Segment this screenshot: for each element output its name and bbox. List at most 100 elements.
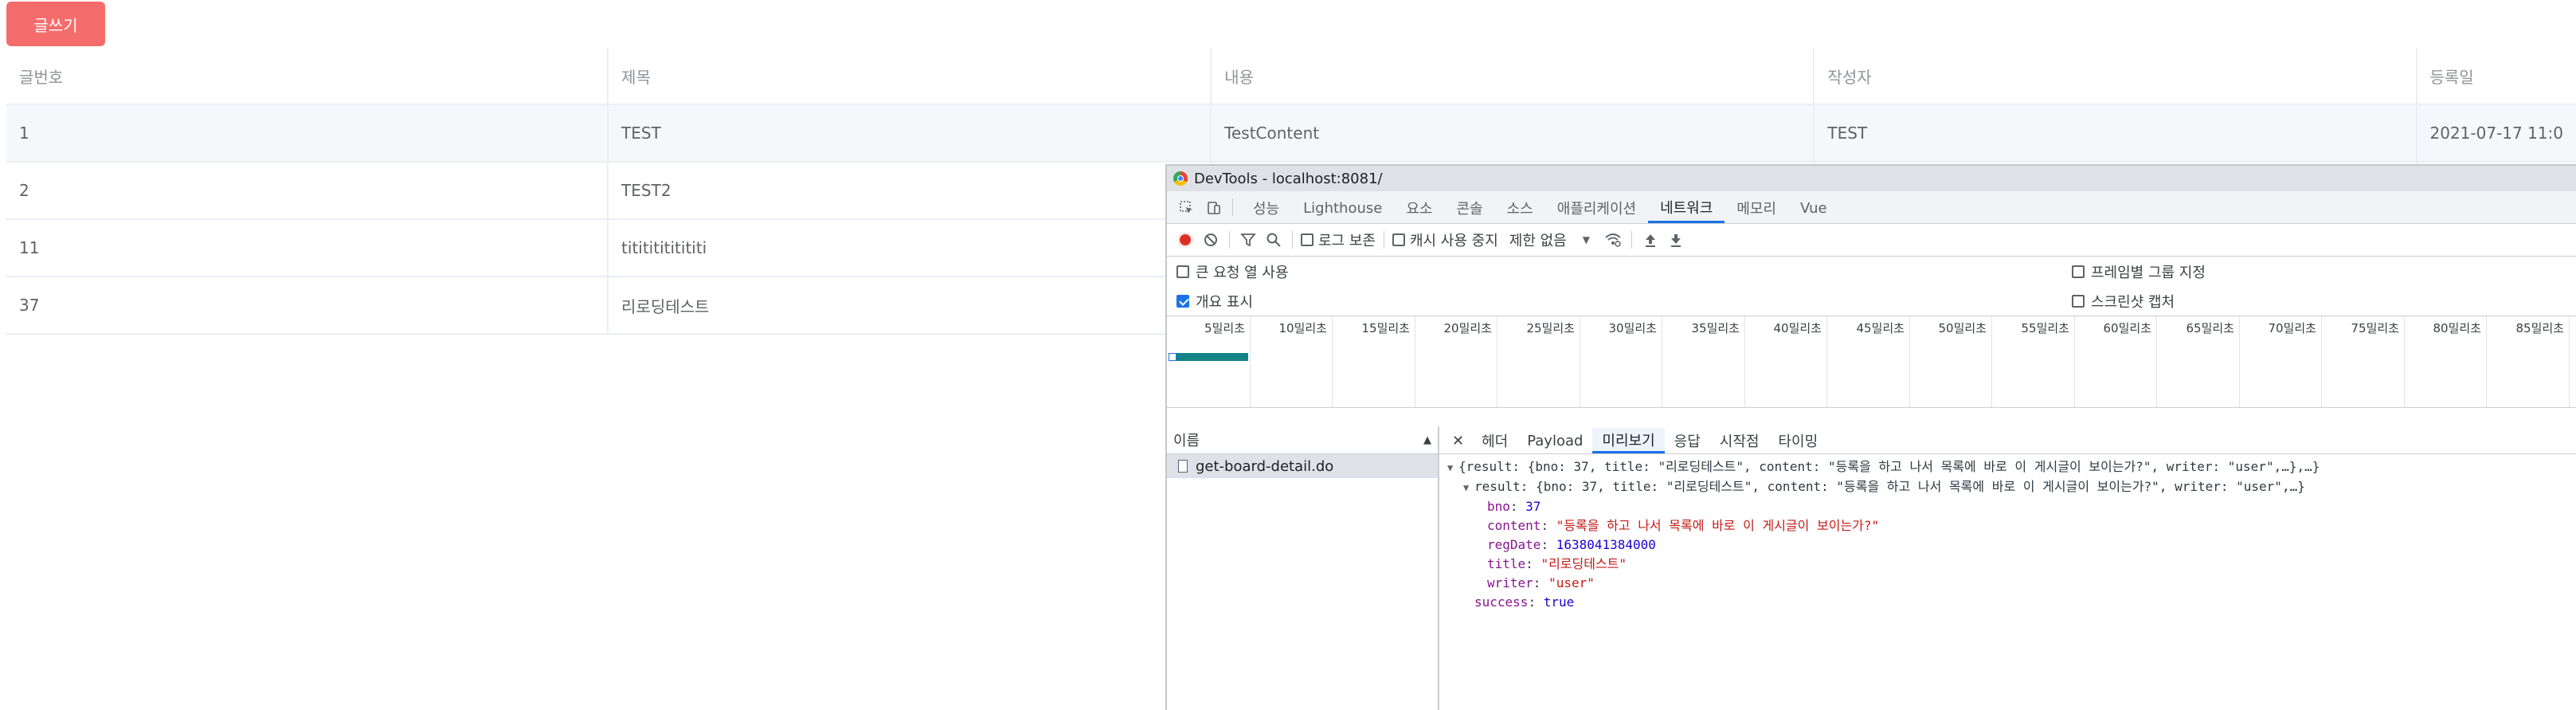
network-overview-timeline[interactable]: 5밀리초10밀리초15밀리초20밀리초25밀리초30밀리초35밀리초40밀리초4…: [1167, 316, 2576, 408]
cell-title[interactable]: TEST: [608, 104, 1211, 162]
cell-title[interactable]: TEST2: [608, 162, 1211, 219]
inspect-element-icon[interactable]: [1173, 193, 1200, 223]
json-value: 37: [1525, 499, 1541, 514]
tab-response[interactable]: 응답: [1665, 428, 1710, 453]
column-header-date[interactable]: 등록일: [2417, 48, 2576, 104]
json-result-line[interactable]: ▼result: {bno: 37, title: "리로딩테스트", cont…: [1447, 477, 2576, 497]
name-column-header[interactable]: 이름 ▲: [1167, 426, 1438, 454]
tab-application[interactable]: 애플리케이션: [1545, 193, 1648, 223]
timeline-tick-label: 40밀리초: [1747, 320, 1826, 336]
import-har-button[interactable]: [1640, 229, 1661, 250]
filter-button[interactable]: [1238, 229, 1259, 250]
json-preview: ▼{result: {bno: 37, title: "리로딩테스트", con…: [1439, 454, 2576, 612]
write-button[interactable]: 글쓰기: [6, 2, 105, 46]
timeline-tick-label: 25밀리초: [1500, 320, 1580, 336]
large-rows-checkbox[interactable]: 큰 요청 열 사용: [1176, 261, 1289, 282]
toolbar-divider: [1232, 198, 1233, 216]
cell-no: 2: [6, 162, 608, 219]
timeline-tick-label: 85밀리초: [2489, 320, 2569, 336]
request-row[interactable]: get-board-detail.do: [1167, 454, 1438, 478]
cell-title[interactable]: titititititititi: [608, 219, 1211, 277]
devtools-tabbar: 성능 Lighthouse 요소 콘솔 소스 애플리케이션 네트워크 메모리 V…: [1167, 191, 2576, 224]
tab-lighthouse[interactable]: Lighthouse: [1291, 193, 1394, 223]
json-value: "리로딩테스트": [1541, 556, 1627, 571]
close-icon[interactable]: ✕: [1444, 428, 1472, 453]
json-value: 1638041384000: [1556, 537, 1656, 552]
json-key: bno: [1487, 499, 1510, 514]
checkbox-box[interactable]: [2072, 265, 2085, 278]
network-bottom-panes: 이름 ▲ get-board-detail.do ✕ 헤더 Payload 미리…: [1167, 426, 2576, 710]
show-overview-label: 개요 표시: [1196, 291, 1253, 312]
record-button[interactable]: [1175, 229, 1196, 250]
timeline-tick-label: 30밀리초: [1582, 320, 1662, 336]
tab-console[interactable]: 콘솔: [1444, 193, 1494, 223]
tab-vue[interactable]: Vue: [1788, 193, 1839, 223]
tab-performance[interactable]: 성능: [1241, 193, 1291, 223]
expand-triangle-icon[interactable]: ▼: [1447, 458, 1458, 477]
network-conditions-button[interactable]: [1603, 229, 1623, 250]
record-icon: [1177, 232, 1193, 248]
preserve-log-checkbox[interactable]: 로그 보존: [1301, 229, 1376, 250]
cell-date: 2021-07-17 11:0: [2417, 104, 2576, 162]
timeline-gridline: [2404, 316, 2405, 407]
tab-preview[interactable]: 미리보기: [1592, 428, 1664, 453]
tab-sources[interactable]: 소스: [1495, 193, 1545, 223]
json-key: success: [1474, 594, 1528, 610]
timeline-tick-label: 10밀리초: [1252, 320, 1332, 336]
column-header-writer[interactable]: 작성자: [1814, 48, 2416, 104]
checkbox-box[interactable]: [2072, 295, 2085, 308]
tab-payload[interactable]: Payload: [1517, 428, 1592, 453]
tab-headers[interactable]: 헤더: [1472, 428, 1517, 453]
cell-no: 11: [6, 219, 608, 277]
tab-initiator[interactable]: 시작점: [1710, 428, 1769, 453]
cell-title[interactable]: 리로딩테스트: [608, 277, 1211, 334]
device-toolbar-icon[interactable]: [1200, 193, 1227, 223]
detail-tabbar: ✕ 헤더 Payload 미리보기 응답 시작점 타이밍: [1439, 426, 2576, 454]
timeline-tick-label: 70밀리초: [2241, 320, 2321, 336]
clear-button[interactable]: [1200, 229, 1221, 250]
timeline-gridline: [1250, 316, 1251, 407]
timeline-tick-label: 50밀리초: [1912, 320, 1991, 336]
upload-icon: [1643, 232, 1658, 248]
disable-cache-checkbox[interactable]: 캐시 사용 중지: [1392, 229, 1498, 250]
request-timing-marker: [1169, 353, 1176, 361]
expand-triangle-icon[interactable]: ▼: [1463, 478, 1474, 497]
json-property: content: "등록을 하고 나서 목록에 바로 이 게시글이 보이는가?": [1447, 516, 2576, 535]
options-row-1: 큰 요청 열 사용 프레임별 그룹 지정: [1167, 257, 2576, 286]
chevron-down-icon: ▼: [1583, 234, 1590, 245]
table-row[interactable]: 1 TEST TestContent TEST 2021-07-17 11:0: [6, 104, 2576, 162]
tab-memory[interactable]: 메모리: [1725, 193, 1788, 223]
checkbox-box[interactable]: [1176, 295, 1189, 308]
disable-cache-label: 캐시 사용 중지: [1410, 229, 1498, 250]
json-property: writer: "user": [1447, 574, 2576, 593]
timeline-gridline: [1332, 316, 1333, 407]
group-by-frame-checkbox[interactable]: 프레임별 그룹 지정: [2072, 261, 2206, 282]
show-overview-checkbox[interactable]: 개요 표시: [1176, 291, 1253, 312]
json-root-line[interactable]: ▼{result: {bno: 37, title: "리로딩테스트", con…: [1447, 457, 2576, 477]
column-header-title[interactable]: 제목: [608, 48, 1211, 104]
preserve-log-label: 로그 보존: [1318, 229, 1376, 250]
search-button[interactable]: [1263, 229, 1284, 250]
timeline-gridline: [2321, 316, 2322, 407]
throttle-select[interactable]: 제한 없음 ▼: [1503, 229, 1590, 250]
checkbox-box[interactable]: [1301, 233, 1313, 246]
screenshots-checkbox[interactable]: 스크린샷 캡처: [2072, 291, 2175, 312]
tab-elements[interactable]: 요소: [1394, 193, 1444, 223]
timeline-tick-label: 60밀리초: [2077, 320, 2156, 336]
cell-no: 37: [6, 277, 608, 334]
tab-timing[interactable]: 타이밍: [1768, 428, 1827, 453]
toolbar-divider: [1229, 231, 1230, 249]
tab-network[interactable]: 네트워크: [1648, 193, 1725, 223]
timeline-gridline: [2239, 316, 2240, 407]
timeline-tick-label: 45밀리초: [1830, 320, 1909, 336]
column-header-no[interactable]: 글번호: [6, 48, 608, 104]
filter-icon: [1240, 232, 1256, 248]
clear-icon: [1203, 232, 1219, 248]
devtools-titlebar[interactable]: DevTools - localhost:8081/: [1167, 166, 2576, 191]
export-har-button[interactable]: [1666, 229, 1686, 250]
json-property: title: "리로딩테스트": [1447, 555, 2576, 574]
column-header-content[interactable]: 내용: [1211, 48, 1814, 104]
checkbox-box[interactable]: [1392, 233, 1405, 246]
checkbox-box[interactable]: [1176, 265, 1189, 278]
devtools-title: DevTools - localhost:8081/: [1194, 171, 1383, 187]
